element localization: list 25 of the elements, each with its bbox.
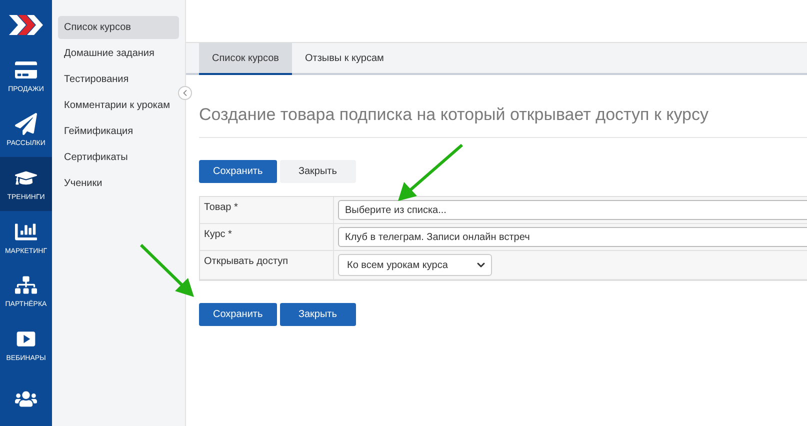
tab[interactable]: Список курсов [199, 43, 292, 75]
field-label: Курс * [200, 224, 334, 251]
sidebar-item[interactable]: Геймификация [58, 120, 179, 143]
close-button[interactable]: Закрыть [280, 160, 356, 183]
sidebar-item[interactable]: Сертификаты [58, 146, 179, 169]
sidebar-item[interactable]: Список курсов [58, 16, 179, 39]
field-label: Открывать доступ [200, 251, 334, 280]
tab[interactable]: Отзывы к курсам [292, 43, 397, 75]
collapse-button[interactable] [178, 86, 192, 100]
sidebar-item[interactable]: Домашние задания [58, 42, 179, 65]
logo-icon [9, 14, 43, 35]
sidebar-item[interactable]: Ученики [58, 172, 179, 195]
sidebar-item[interactable]: Комментарии к урокам [58, 94, 179, 117]
field-label: Товар * [200, 197, 334, 224]
input-field[interactable]: Клуб в телеграм. Записи онлайн встреч [338, 227, 807, 247]
paper-plane-icon [15, 112, 37, 135]
sidebar-item[interactable]: Тестирования [58, 68, 179, 91]
select-field[interactable]: Ко всем урокам курса [338, 254, 492, 276]
save-button[interactable]: Сохранить [199, 303, 277, 326]
page-title: Создание товара подписка на который открывает доступ к курсу [199, 105, 807, 138]
save-button[interactable]: Закрыть [280, 303, 356, 326]
save-button[interactable]: Сохранить [199, 160, 277, 183]
card-icon [15, 59, 37, 82]
hierarchy-icon [15, 274, 37, 296]
input-field[interactable]: Выберите из списка... [338, 200, 807, 220]
